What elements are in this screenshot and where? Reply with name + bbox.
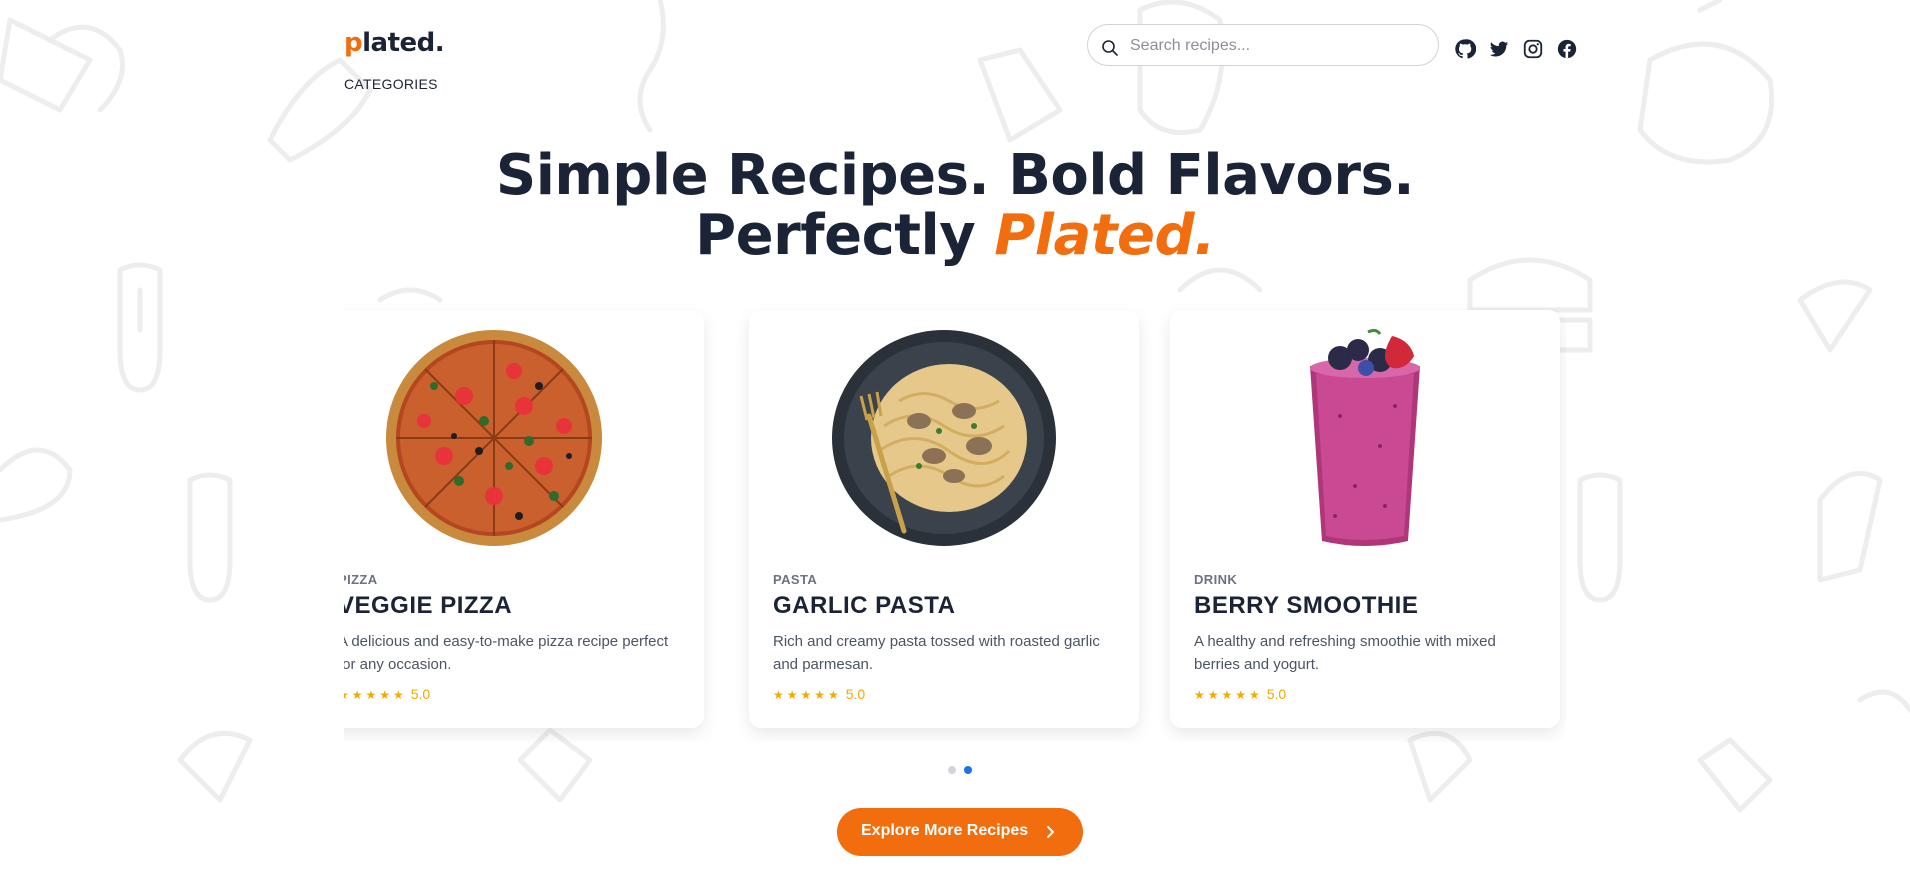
rating-value: 5.0 bbox=[845, 686, 866, 702]
recipe-title: BERRY SMOOTHIE bbox=[1194, 592, 1419, 619]
recipe-card-garlic-pasta[interactable]: PASTA GARLIC PASTA Rich and creamy pasta… bbox=[749, 310, 1139, 728]
hero-line-1: Simple Recipes. Bold Flavors. bbox=[495, 143, 1415, 208]
recipe-card-veggie-pizza[interactable]: PIZZA VEGGIE PIZZA A delicious and easy-… bbox=[344, 310, 704, 728]
chevron-right-icon bbox=[1047, 826, 1054, 838]
search-box[interactable] bbox=[1087, 24, 1439, 66]
site-logo[interactable]: plated. bbox=[344, 28, 445, 58]
rating-value: 5.0 bbox=[1266, 686, 1287, 702]
search-input[interactable] bbox=[1128, 34, 1428, 58]
carousel-dot-2[interactable] bbox=[964, 766, 972, 774]
nav-categories-link[interactable]: CATEGORIES bbox=[344, 76, 438, 92]
smoothie-image bbox=[1310, 328, 1420, 546]
github-icon[interactable] bbox=[1454, 38, 1476, 60]
hero-line-2-plain: Perfectly bbox=[695, 203, 995, 268]
recipe-description: Rich and creamy pasta tossed with roaste… bbox=[773, 633, 1100, 673]
search-icon bbox=[1102, 40, 1118, 56]
cta-label: Explore More Recipes bbox=[861, 822, 1029, 839]
recipe-description: A delicious and easy-to-make pizza recip… bbox=[344, 633, 669, 673]
twitter-icon[interactable] bbox=[1488, 38, 1510, 60]
logo-accent-letter: p bbox=[344, 28, 363, 58]
star-icons: ★★★★★ bbox=[773, 688, 842, 702]
carousel-dot-1[interactable] bbox=[948, 766, 956, 774]
pasta-image bbox=[832, 330, 1056, 546]
recipe-rating: ★★★★★ 5.0 bbox=[773, 686, 865, 702]
rating-value: 5.0 bbox=[410, 686, 431, 702]
logo-text: lated. bbox=[362, 28, 445, 58]
hero-line-2-accent: Plated. bbox=[994, 203, 1215, 268]
hero-headline: Simple Recipes. Bold Flavors. Perfectly … bbox=[0, 146, 1910, 266]
recipe-category: PIZZA bbox=[344, 572, 378, 587]
recipe-description: A healthy and refreshing smoothie with m… bbox=[1194, 633, 1496, 673]
explore-more-recipes-button[interactable]: Explore More Recipes bbox=[837, 808, 1083, 856]
recipe-title: GARLIC PASTA bbox=[773, 592, 956, 619]
recipe-carousel[interactable]: PIZZA VEGGIE PIZZA A delicious and easy-… bbox=[344, 302, 1566, 742]
pizza-image bbox=[386, 330, 602, 546]
facebook-icon[interactable] bbox=[1556, 38, 1578, 60]
star-icons: ★★★★★ bbox=[344, 688, 407, 702]
recipe-category: PASTA bbox=[773, 572, 818, 587]
recipe-category: DRINK bbox=[1194, 572, 1238, 587]
recipe-rating: ★★★★★ 5.0 bbox=[1194, 686, 1286, 702]
recipe-title: VEGGIE PIZZA bbox=[344, 592, 513, 619]
recipe-card-berry-smoothie[interactable]: DRINK BERRY SMOOTHIE A healthy and refre… bbox=[1170, 310, 1560, 728]
star-icons: ★★★★★ bbox=[1194, 688, 1263, 702]
recipe-rating: ★★★★★ 5.0 bbox=[344, 686, 430, 702]
site-header: plated. CATEGORIES bbox=[0, 0, 1910, 110]
instagram-icon[interactable] bbox=[1522, 38, 1544, 60]
